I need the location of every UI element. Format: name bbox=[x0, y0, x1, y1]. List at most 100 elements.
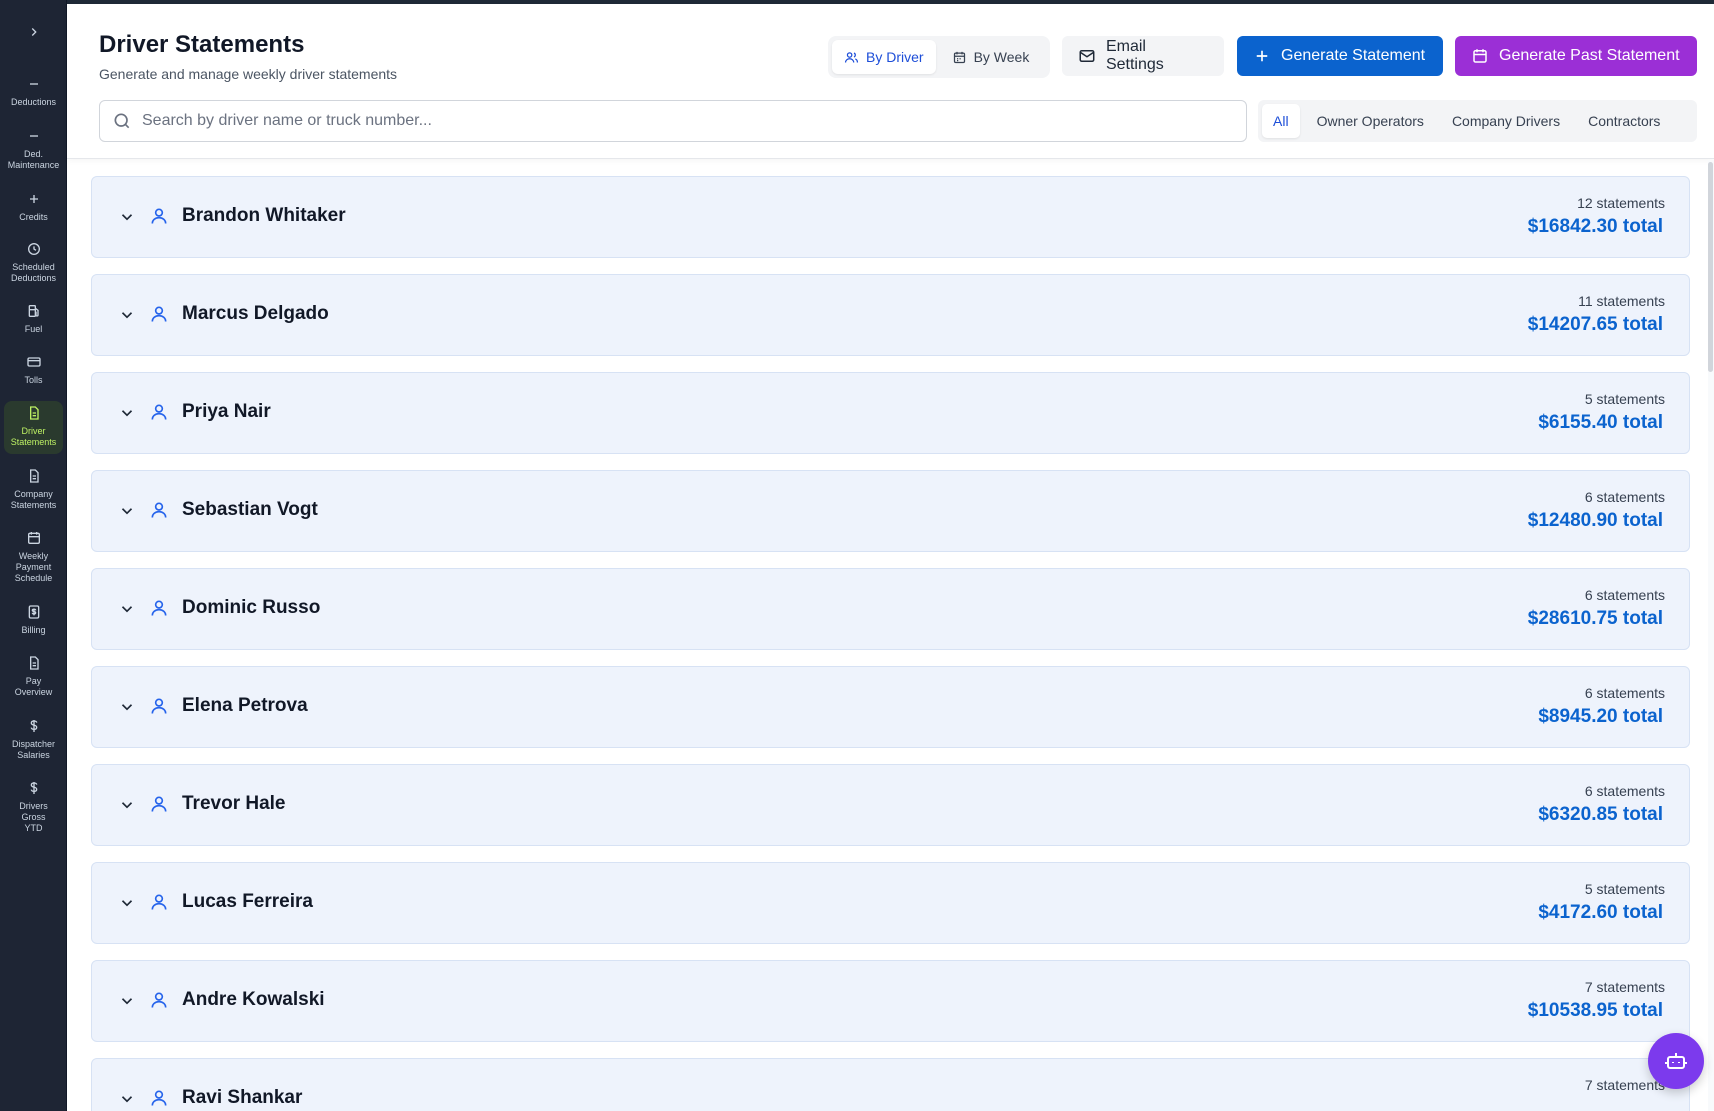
statement-count: 7 statements bbox=[1584, 979, 1665, 995]
statement-total: $12480.90 total bbox=[1527, 510, 1663, 531]
sidebar-item-label: Credits bbox=[19, 212, 48, 222]
chevron-right-icon bbox=[31, 28, 37, 36]
sidebar-item-credits[interactable]: Credits bbox=[4, 187, 63, 229]
driver-name: Lucas Ferreira bbox=[182, 891, 313, 912]
driver-row[interactable]: Marcus Delgado 11 statements $14207.65 t… bbox=[91, 274, 1690, 356]
filter-tab-contractors[interactable]: Contractors bbox=[1577, 104, 1671, 138]
chevron-down-icon[interactable] bbox=[118, 600, 136, 618]
sidebar-item-driver-statements[interactable]: Driver Statements bbox=[4, 401, 63, 454]
email-settings-button[interactable]: Email Settings bbox=[1062, 36, 1224, 76]
driver-row[interactable]: Lucas Ferreira 5 statements $4172.60 tot… bbox=[91, 862, 1690, 944]
driver-row[interactable]: Dominic Russo 6 statements $28610.75 tot… bbox=[91, 568, 1690, 650]
sidebar-item-billing[interactable]: Billing bbox=[4, 600, 63, 642]
assistant-bot-button[interactable] bbox=[1648, 1033, 1704, 1089]
by-driver-label: By Driver bbox=[866, 49, 924, 65]
chevron-down-icon[interactable] bbox=[118, 502, 136, 520]
driver-row[interactable]: Trevor Hale 6 statements $6320.85 total bbox=[91, 764, 1690, 846]
statement-total: $6320.85 total bbox=[1538, 804, 1663, 825]
user-icon bbox=[151, 208, 167, 224]
chevron-down-icon[interactable] bbox=[118, 306, 136, 324]
generate-statement-button[interactable]: Generate Statement bbox=[1237, 36, 1443, 76]
generate-past-statement-button[interactable]: Generate Past Statement bbox=[1455, 36, 1697, 76]
chevron-down-icon[interactable] bbox=[118, 894, 136, 912]
receipt-icon bbox=[28, 605, 39, 619]
driver-name: Dominic Russo bbox=[182, 597, 321, 618]
driver-name: Priya Nair bbox=[182, 401, 271, 422]
filter-tab-all[interactable]: All bbox=[1262, 104, 1300, 138]
users-icon bbox=[844, 51, 859, 63]
sidebar-item-scheduled-deductions[interactable]: Scheduled Deductions bbox=[4, 237, 63, 290]
driver-name: Marcus Delgado bbox=[182, 303, 329, 324]
sidebar-item-fuel[interactable]: Fuel bbox=[4, 299, 63, 341]
by-week-toggle[interactable]: By Week bbox=[940, 40, 1042, 74]
minus-icon bbox=[29, 135, 38, 137]
chevron-down-icon[interactable] bbox=[118, 404, 136, 422]
sidebar-item-label: Dispatcher Salaries bbox=[11, 739, 56, 760]
dollar-icon bbox=[30, 782, 37, 794]
driver-name: Trevor Hale bbox=[182, 793, 286, 814]
sidebar-item-dispatcher-salaries[interactable]: Dispatcher Salaries bbox=[4, 714, 63, 767]
sidebar: Deductions Ded. Maintenance Credits Sche… bbox=[0, 0, 67, 1111]
mail-icon bbox=[1079, 50, 1095, 62]
sidebar-item-label: Pay Overview bbox=[14, 676, 53, 697]
driver-row[interactable]: Brandon Whitaker 12 statements $16842.30… bbox=[91, 176, 1690, 258]
driver-row[interactable]: Ravi Shankar 7 statements bbox=[91, 1058, 1690, 1111]
calendar-icon bbox=[27, 532, 40, 544]
sidebar-item-deductions[interactable]: Deductions bbox=[4, 72, 63, 114]
plus-icon bbox=[29, 195, 38, 203]
statement-total: $6155.40 total bbox=[1538, 412, 1663, 433]
driver-name: Brandon Whitaker bbox=[182, 205, 346, 226]
driver-name: Ravi Shankar bbox=[182, 1087, 303, 1108]
driver-name: Elena Petrova bbox=[182, 695, 308, 716]
user-icon bbox=[151, 992, 167, 1008]
filter-tab-company-drivers[interactable]: Company Drivers bbox=[1441, 104, 1571, 138]
sidebar-item-label: Company Statements bbox=[10, 489, 57, 510]
sidebar-item-label: Drivers Gross YTD bbox=[19, 801, 48, 833]
email-settings-label: Email Settings bbox=[1105, 38, 1164, 73]
sidebar-item-ded-maintenance[interactable]: Ded. Maintenance bbox=[4, 124, 63, 177]
view-toggle: By Driver By Week bbox=[828, 36, 1050, 78]
sidebar-item-pay-overview[interactable]: Pay Overview bbox=[4, 651, 63, 704]
driver-row[interactable]: Elena Petrova 6 statements $8945.20 tota… bbox=[91, 666, 1690, 748]
chevron-down-icon[interactable] bbox=[118, 1090, 136, 1108]
driver-name: Andre Kowalski bbox=[182, 989, 325, 1010]
user-icon bbox=[151, 600, 167, 616]
chevron-down-icon[interactable] bbox=[118, 992, 136, 1010]
sidebar-item-drivers-gross-ytd[interactable]: Drivers Gross YTD bbox=[4, 776, 63, 840]
user-icon bbox=[151, 404, 167, 420]
generate-past-statement-label: Generate Past Statement bbox=[1499, 47, 1680, 64]
sidebar-toggle-button[interactable] bbox=[0, 14, 67, 50]
sidebar-item-tolls[interactable]: Tolls bbox=[4, 350, 63, 392]
sidebar-item-company-statements[interactable]: Company Statements bbox=[4, 464, 63, 517]
sidebar-item-weekly-payment-schedule[interactable]: Weekly Payment Schedule bbox=[4, 526, 63, 590]
statement-count: 5 statements bbox=[1584, 391, 1665, 407]
by-driver-toggle[interactable]: By Driver bbox=[832, 40, 936, 74]
scrollbar-thumb[interactable] bbox=[1708, 162, 1713, 372]
sidebar-item-label: Tolls bbox=[24, 375, 43, 385]
bot-icon bbox=[1665, 1053, 1687, 1069]
statement-count: 11 statements bbox=[1578, 293, 1665, 309]
driver-row[interactable]: Priya Nair 5 statements $6155.40 total bbox=[91, 372, 1690, 454]
credit-card-icon bbox=[26, 357, 41, 367]
chevron-down-icon[interactable] bbox=[118, 698, 136, 716]
sidebar-item-label: Ded. Maintenance bbox=[7, 149, 60, 170]
chevron-down-icon[interactable] bbox=[118, 208, 136, 226]
search-input[interactable] bbox=[142, 112, 1222, 130]
driver-name: Sebastian Vogt bbox=[182, 499, 318, 520]
sidebar-item-label: Fuel bbox=[24, 324, 43, 334]
statement-total: $8945.20 total bbox=[1538, 706, 1663, 727]
driver-type-filter: All Owner Operators Company Drivers Cont… bbox=[1258, 100, 1697, 142]
page-subtitle: Generate and manage weekly driver statem… bbox=[99, 66, 398, 82]
driver-row[interactable]: Andre Kowalski 7 statements $10538.95 to… bbox=[91, 960, 1690, 1042]
sidebar-item-label: Weekly Payment Schedule bbox=[14, 551, 53, 583]
sidebar-item-label: Driver Statements bbox=[10, 426, 57, 447]
user-icon bbox=[151, 1090, 167, 1106]
user-icon bbox=[151, 796, 167, 812]
document-icon bbox=[29, 469, 39, 483]
statement-count: 6 statements bbox=[1584, 783, 1665, 799]
chevron-down-icon[interactable] bbox=[118, 796, 136, 814]
sidebar-item-label: Scheduled Deductions bbox=[10, 262, 57, 283]
filter-tab-owner-operators[interactable]: Owner Operators bbox=[1306, 104, 1435, 138]
statement-count: 5 statements bbox=[1584, 881, 1665, 897]
driver-row[interactable]: Sebastian Vogt 6 statements $12480.90 to… bbox=[91, 470, 1690, 552]
